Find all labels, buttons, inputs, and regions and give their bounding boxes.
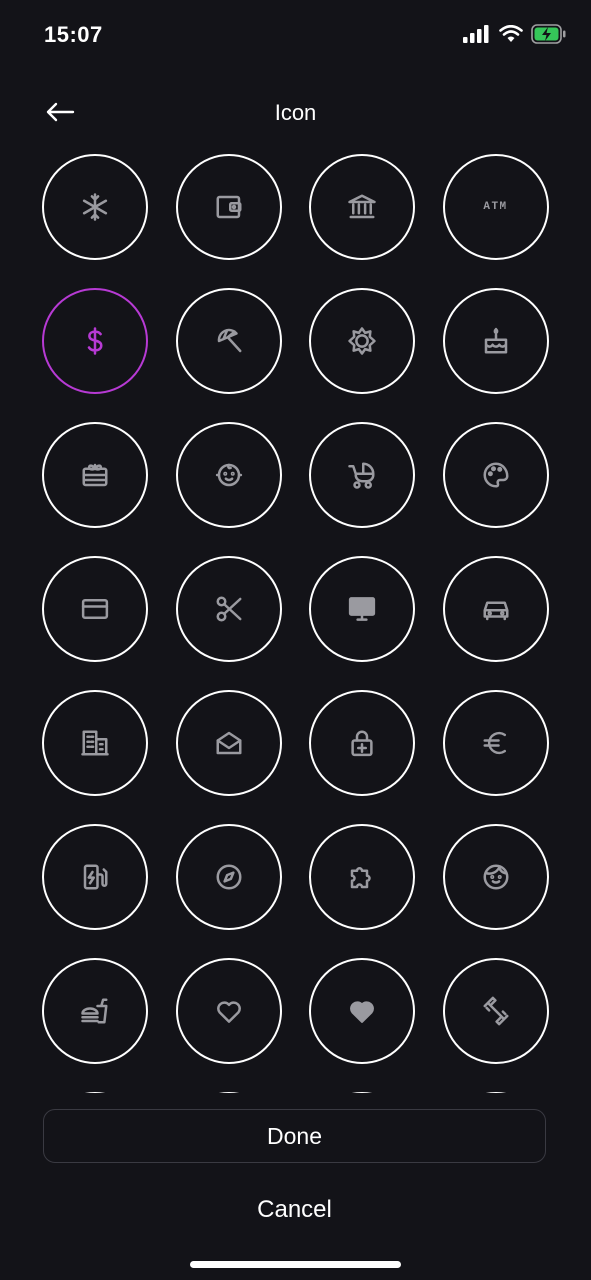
status-time: 15:07 [44,22,103,47]
icon-option-bank[interactable] [309,154,415,260]
battery-charging-icon [531,24,566,44]
icon-option-baby-face[interactable] [175,422,282,528]
icon-option-gift-card[interactable] [42,422,148,528]
done-button[interactable]: Done [43,1109,546,1163]
car-icon [483,601,508,621]
sun-icon [348,327,376,355]
status-icons [463,24,567,44]
icon-option-birthday-cake[interactable] [442,288,549,394]
fast-food-icon [81,998,108,1024]
icon-option-fast-food[interactable] [42,958,148,1064]
icon-grid: ATM [42,154,549,1093]
bank-icon [348,194,376,219]
icon-option-scissors[interactable] [175,556,282,662]
icon-option-face[interactable] [442,824,549,930]
status-bar: 15:07 [0,0,591,70]
euro-icon [483,731,506,755]
signal-icon [463,25,489,43]
icon-option-partial-3[interactable] [309,1092,415,1093]
page-title: Icon [274,100,317,125]
icon-option-sun[interactable] [309,288,415,394]
scissors-icon [216,596,241,622]
icon-option-partial-1[interactable] [42,1092,148,1093]
icon-option-car[interactable] [442,556,549,662]
beach-umbrella-icon [217,328,241,353]
heart-filled-icon [350,1001,374,1023]
icon-option-dumbbell[interactable] [442,958,549,1064]
office-building-icon [81,730,109,756]
header: Icon [0,80,591,144]
icon-option-dollar[interactable] [42,288,148,394]
icon-grid-scroll[interactable]: ATM [0,150,591,1093]
icon-option-snowflake[interactable] [42,154,148,260]
icon-option-stroller[interactable] [309,422,415,528]
icon-option-heart-filled[interactable] [309,958,415,1064]
stroller-icon [348,462,375,489]
icon-option-compass[interactable] [175,824,282,930]
icon-option-ev-charger[interactable] [42,824,148,930]
face-icon [483,864,508,890]
icon-option-puzzle-piece[interactable] [309,824,415,930]
credit-card-icon [81,599,109,619]
icon-option-open-envelope[interactable] [175,690,282,796]
icon-option-palette[interactable] [442,422,549,528]
icon-option-wallet[interactable] [175,154,282,260]
baby-face-icon [215,463,242,487]
icon-option-partial-2[interactable] [175,1092,282,1093]
icon-option-monitor[interactable] [309,556,415,662]
ev-charger-icon [83,864,108,890]
icon-option-partial-4[interactable] [442,1092,549,1093]
gift-card-icon [82,463,108,487]
icon-option-euro[interactable] [442,690,549,796]
medical-lock-icon [351,730,373,757]
icon-option-atm[interactable]: ATM [442,154,549,260]
dollar-icon [87,327,103,355]
icon-option-credit-card[interactable] [42,556,148,662]
icon-option-heart-outline[interactable] [175,958,282,1064]
snowflake-icon [82,193,108,221]
open-envelope-icon [216,731,241,755]
home-indicator [190,1261,401,1268]
compass-icon [216,864,241,890]
icon-option-medical-lock[interactable] [309,690,415,796]
atm-icon: ATM [483,201,508,213]
icon-option-office-building[interactable] [42,690,148,796]
palette-icon [483,462,508,488]
dumbbell-icon [483,996,508,1026]
birthday-cake-icon [484,327,507,354]
wifi-icon [499,25,523,42]
icon-option-beach-umbrella[interactable] [175,288,282,394]
monitor-icon [348,597,376,621]
cancel-button[interactable]: Cancel [43,1184,546,1236]
heart-outline-icon [216,1001,241,1023]
wallet-icon [216,195,241,219]
puzzle-piece-icon [350,867,371,889]
